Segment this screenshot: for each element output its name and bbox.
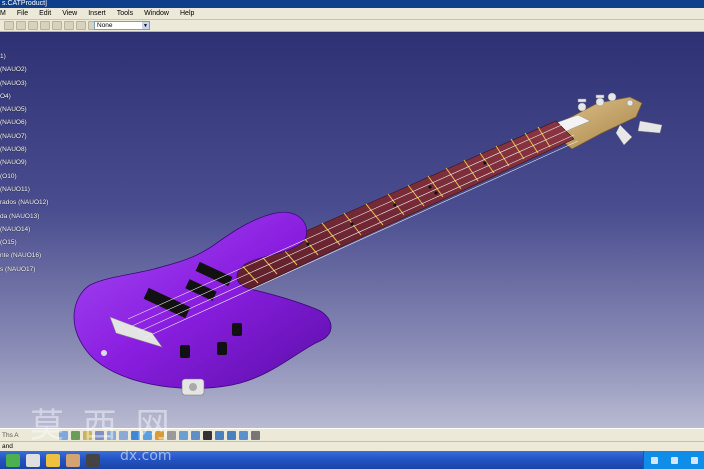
measure-icon[interactable] bbox=[190, 430, 200, 440]
analysis-icon[interactable] bbox=[214, 430, 224, 440]
menu-item-file[interactable]: File bbox=[17, 10, 28, 17]
window-title-bar: s.CATProduct] bbox=[0, 0, 704, 8]
standard-toolbar: None ▼ bbox=[0, 20, 704, 32]
cut-icon[interactable] bbox=[52, 21, 62, 30]
tree-item[interactable]: da (NAUO13) bbox=[0, 210, 48, 223]
menu-item-edit[interactable]: Edit bbox=[39, 10, 51, 17]
compass-icon[interactable] bbox=[238, 430, 248, 440]
tree-item[interactable]: s (NAUO17) bbox=[0, 263, 48, 276]
chevron-down-icon[interactable]: ▼ bbox=[142, 22, 149, 29]
start-icon[interactable] bbox=[6, 453, 20, 467]
menu-item-insert[interactable]: Insert bbox=[88, 10, 106, 17]
folder-icon[interactable] bbox=[46, 453, 60, 467]
menu-item-window[interactable]: Window bbox=[144, 10, 169, 17]
tray-icon[interactable] bbox=[670, 456, 678, 464]
window-title: s.CATProduct] bbox=[2, 0, 47, 7]
tree-item[interactable]: rados (NAUO12) bbox=[0, 196, 48, 209]
taskbar bbox=[0, 451, 704, 469]
swap-visible-space-icon[interactable] bbox=[178, 430, 188, 440]
save-icon[interactable] bbox=[28, 21, 38, 30]
fretboard bbox=[221, 120, 575, 292]
menu-item-help[interactable]: Help bbox=[180, 10, 194, 17]
specification-tree: 1) (NAUO2) (NAUO3) O4) (NAUO5) (NAUO6) (… bbox=[0, 50, 48, 276]
paste-icon[interactable] bbox=[76, 21, 86, 30]
tray-icon[interactable] bbox=[650, 456, 658, 464]
explorer-icon[interactable] bbox=[26, 453, 40, 467]
tree-item[interactable]: (NAUO11) bbox=[0, 183, 48, 196]
tray-icon[interactable] bbox=[690, 456, 698, 464]
tree-item[interactable]: (NAUO7) bbox=[0, 130, 48, 143]
menu-item-tools[interactable]: Tools bbox=[117, 10, 133, 17]
guitar-model bbox=[73, 92, 663, 396]
camera-icon[interactable] bbox=[202, 430, 212, 440]
toolbar-label: Ths A bbox=[2, 431, 19, 439]
tree-item[interactable]: (NAUO14) bbox=[0, 223, 48, 236]
open-icon[interactable] bbox=[16, 21, 26, 30]
status-text: and bbox=[2, 443, 13, 450]
tree-item[interactable]: (O15) bbox=[0, 236, 48, 249]
tree-item[interactable]: (NAUO9) bbox=[0, 156, 48, 169]
tree-item[interactable]: (NAUO2) bbox=[0, 63, 48, 76]
watermark-text: 莫 西 网 bbox=[30, 406, 174, 446]
combo-value: None bbox=[97, 22, 113, 29]
copy-icon[interactable] bbox=[64, 21, 74, 30]
3d-viewport[interactable]: 1) (NAUO2) (NAUO3) O4) (NAUO5) (NAUO6) (… bbox=[0, 33, 704, 428]
menu-item-app[interactable]: M bbox=[0, 10, 6, 17]
menu-bar: M File Edit View Insert Tools Window Hel… bbox=[0, 8, 704, 20]
app-icon[interactable] bbox=[66, 453, 80, 467]
new-icon[interactable] bbox=[4, 21, 14, 30]
print-icon[interactable] bbox=[40, 21, 50, 30]
guitar-body bbox=[73, 211, 332, 396]
tree-item[interactable]: (NAUO6) bbox=[0, 116, 48, 129]
tree-item[interactable]: (NAUO3) bbox=[0, 77, 48, 90]
search-icon[interactable] bbox=[250, 430, 260, 440]
system-tray bbox=[643, 451, 704, 469]
menu-item-view[interactable]: View bbox=[62, 10, 77, 17]
catia-icon[interactable] bbox=[86, 453, 100, 467]
section-icon[interactable] bbox=[226, 430, 236, 440]
tree-item[interactable]: (NAUO8) bbox=[0, 143, 48, 156]
tree-item[interactable]: 1) bbox=[0, 50, 48, 63]
material-combo[interactable]: None ▼ bbox=[94, 21, 150, 30]
watermark-url: dx.com bbox=[120, 448, 172, 464]
tree-item[interactable]: (O10) bbox=[0, 170, 48, 183]
tree-item[interactable]: (NAUO5) bbox=[0, 103, 48, 116]
tree-item[interactable]: O4) bbox=[0, 90, 48, 103]
tree-item[interactable]: nte (NAUO16) bbox=[0, 249, 48, 262]
